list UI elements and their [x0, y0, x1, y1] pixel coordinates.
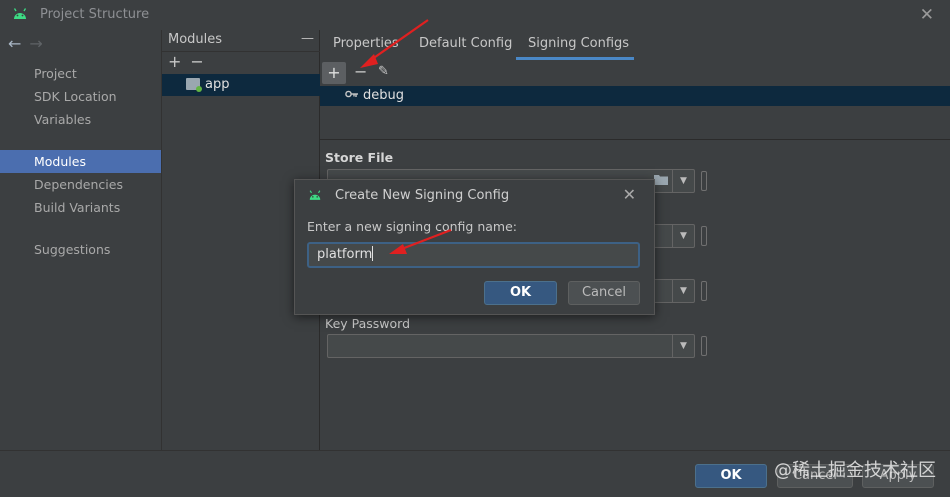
- add-module-button[interactable]: +: [168, 52, 190, 71]
- modules-header: Modules —: [162, 30, 320, 52]
- signing-config-label: debug: [363, 88, 404, 103]
- chevron-down-icon[interactable]: ▼: [672, 170, 694, 192]
- android-icon: [13, 8, 27, 19]
- chevron-down-icon[interactable]: ▼: [672, 225, 694, 247]
- annotation-arrow-add: [360, 19, 429, 68]
- dialog-ok-button[interactable]: OK: [484, 281, 557, 305]
- sidebar-item-suggestions[interactable]: Suggestions: [0, 238, 161, 261]
- store-file-label: Store File: [325, 150, 394, 165]
- android-icon: [309, 190, 321, 200]
- signing-config-list: debug: [320, 84, 950, 140]
- modules-header-label: Modules: [168, 32, 223, 47]
- title-bar: Project Structure ✕: [0, 0, 950, 30]
- dialog-close-icon[interactable]: ✕: [623, 185, 636, 204]
- folder-icon[interactable]: [654, 174, 668, 188]
- store-file-side-handle: [701, 171, 707, 191]
- module-item-label: app: [205, 77, 230, 92]
- sidebar-item-variables[interactable]: Variables: [0, 108, 161, 131]
- create-signing-config-dialog: Create New Signing Config ✕ Enter a new …: [294, 179, 655, 315]
- signing-config-name-value: platform: [317, 247, 373, 262]
- sidebar-item-modules[interactable]: Modules: [0, 150, 161, 173]
- nav-arrows: ← →: [8, 34, 43, 53]
- signing-config-name-input[interactable]: platform: [307, 242, 640, 268]
- sidebar-item-project[interactable]: Project: [0, 62, 161, 85]
- sidebar-item-sdk-location[interactable]: SDK Location: [0, 85, 161, 108]
- key-password-side-handle: [701, 336, 707, 356]
- active-tab-indicator: [516, 57, 634, 60]
- annotation-arrow-input: [389, 228, 452, 254]
- modules-toolbar: +−: [168, 52, 213, 71]
- tab-signing-configs[interactable]: Signing Configs: [528, 36, 629, 51]
- forward-arrow-icon[interactable]: →: [29, 34, 42, 53]
- sidebar: ← → Project SDK Location Variables Module…: [0, 30, 162, 450]
- dialog-cancel-button[interactable]: Cancel: [568, 281, 640, 305]
- add-signing-config-button[interactable]: +: [322, 62, 346, 84]
- back-arrow-icon[interactable]: ←: [8, 34, 21, 53]
- module-item-app[interactable]: app: [162, 74, 320, 96]
- signing-config-item-debug[interactable]: debug: [320, 86, 950, 106]
- key-alias-side-handle: [701, 281, 707, 301]
- dialog-title: Create New Signing Config: [335, 188, 510, 203]
- collapse-icon[interactable]: —: [301, 29, 314, 49]
- window-close-icon[interactable]: ✕: [920, 5, 934, 25]
- sidebar-item-build-variants[interactable]: Build Variants: [0, 196, 161, 219]
- key-password-field[interactable]: ▼: [327, 334, 695, 358]
- module-folder-icon: [186, 78, 202, 92]
- key-password-label: Key Password: [325, 316, 411, 331]
- key-icon: [345, 86, 359, 106]
- remove-module-button[interactable]: −: [190, 52, 212, 71]
- window-title: Project Structure: [40, 7, 150, 22]
- ok-button[interactable]: OK: [695, 464, 767, 488]
- watermark: @稀土掘金技术社区: [774, 460, 936, 481]
- chevron-down-icon[interactable]: ▼: [672, 280, 694, 302]
- chevron-down-icon[interactable]: ▼: [672, 335, 694, 357]
- store-password-side-handle: [701, 226, 707, 246]
- sidebar-item-dependencies[interactable]: Dependencies: [0, 173, 161, 196]
